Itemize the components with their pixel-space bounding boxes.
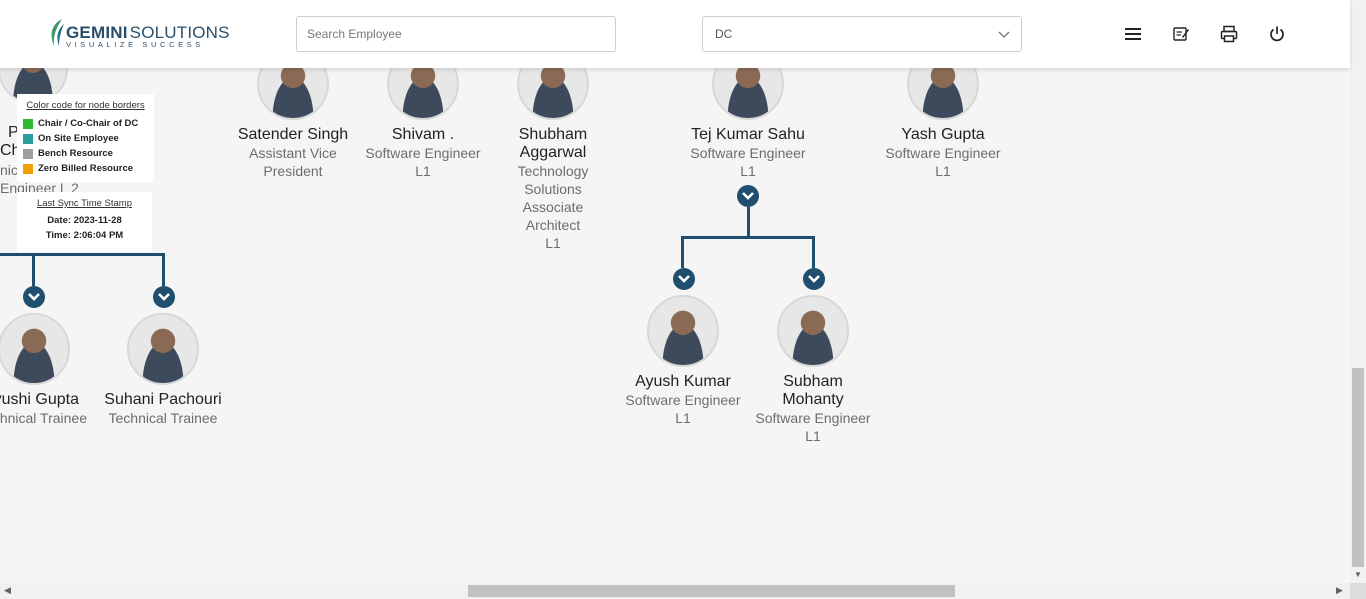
employee-node-ayush[interactable]: Ayush Kumar Software Engineer L1: [618, 295, 748, 427]
connector-line: [681, 236, 815, 239]
employee-role: Software Engineer: [755, 410, 871, 426]
search-input[interactable]: [296, 16, 616, 52]
company-logo[interactable]: GEMINI SOLUTIONS VISUALIZE SUCCESS: [48, 18, 230, 50]
employee-name: Tej Kumar Sahu: [691, 126, 805, 143]
connector-line: [32, 253, 35, 286]
legend-label: Zero Billed Resource: [38, 163, 134, 174]
edit-note-icon[interactable]: [1172, 25, 1190, 43]
power-icon[interactable]: [1268, 25, 1286, 43]
legend-swatch: [23, 133, 33, 144]
employee-role: Software Engineer: [625, 392, 741, 408]
scroll-down-arrow-icon[interactable]: ▼: [1354, 570, 1362, 579]
legend-item: Zero Billed Resource: [23, 161, 148, 176]
chevron-down-icon: [678, 275, 690, 283]
employee-level: L1: [805, 428, 821, 444]
legend-swatch: [23, 148, 33, 159]
employee-role: Software Engineer: [690, 145, 806, 161]
legend-title: Color code for node borders: [26, 100, 145, 111]
employee-name: Shivam .: [391, 126, 455, 143]
color-legend: Color code for node borders Chair / Co-C…: [17, 94, 154, 182]
sync-time: Time: 2:06:04 PM: [45, 230, 124, 241]
employee-name: Yash Gupta: [901, 126, 985, 143]
employee-level: L1: [415, 163, 431, 179]
logo-tagline: VISUALIZE SUCCESS: [66, 40, 204, 49]
employee-role: Assistant Vice President: [249, 145, 337, 179]
legend-label: Bench Resource: [38, 148, 113, 159]
legend-item: Bench Resource: [23, 146, 148, 161]
employee-level: L1: [545, 235, 561, 251]
top-header: GEMINISOLUTIONS VISUALIZE SUCCESS DC: [0, 0, 1350, 68]
employee-name: Satender Singh: [237, 126, 349, 143]
employee-name: Suhani Pachouri: [104, 391, 222, 408]
legend-swatch: [23, 118, 33, 129]
employee-level: L1: [935, 163, 951, 179]
sync-title: Last Sync Time Stamp: [36, 198, 133, 209]
employee-role: Technical Trainee: [108, 410, 218, 426]
employee-node-shubham[interactable]: Shubham Aggarwal Technology Solutions As…: [488, 48, 618, 252]
employee-role: Technology Solutions Associate Architect: [517, 163, 589, 233]
connector-line: [812, 236, 815, 268]
legend-label: Chair / Co-Chair of DC: [38, 118, 139, 129]
partial-role-1: nic: [0, 162, 18, 178]
org-chart: P Cha nic Engineer L 2 Satender Singh As…: [0, 0, 1350, 583]
expand-collapse-button[interactable]: [803, 268, 825, 290]
employee-name: yushi Gupta: [0, 391, 79, 408]
horizontal-scrollbar-thumb[interactable]: [468, 585, 955, 597]
employee-role: Software Engineer: [885, 145, 1001, 161]
sync-timestamp-box: Last Sync Time Stamp Date: 2023-11-28 Ti…: [17, 192, 152, 252]
sync-date: Date: 2023-11-28: [47, 215, 122, 226]
employee-name: Ayush Kumar: [635, 373, 731, 390]
vertical-scrollbar-thumb[interactable]: [1352, 368, 1364, 567]
employee-node-vyushi[interactable]: yushi Gupta hnical Trainee: [0, 313, 99, 427]
legend-item: On Site Employee: [23, 131, 148, 146]
employee-node-suhani[interactable]: Suhani Pachouri Technical Trainee: [98, 313, 228, 427]
legend-swatch: [23, 163, 33, 174]
scroll-right-arrow-icon[interactable]: ▶: [1336, 585, 1343, 596]
print-icon[interactable]: [1220, 25, 1238, 43]
connector-line: [0, 253, 165, 256]
scroll-left-arrow-icon[interactable]: ◀: [4, 585, 11, 596]
chevron-down-icon: [808, 275, 820, 283]
expand-collapse-button[interactable]: [23, 286, 45, 308]
dc-dropdown[interactable]: DC: [702, 16, 1022, 52]
connector-line: [681, 236, 684, 268]
leaf-logo-icon: [51, 19, 64, 46]
expand-collapse-button[interactable]: [737, 185, 759, 207]
employee-node-subham[interactable]: Subham Mohanty Software Engineer L1: [748, 295, 878, 445]
chevron-down-icon: [158, 293, 170, 301]
chevron-down-icon: [998, 31, 1010, 38]
connector-line: [162, 253, 165, 286]
employee-name: Shubham Aggarwal: [518, 126, 588, 161]
employee-avatar: [647, 295, 719, 367]
menu-icon[interactable]: [1124, 25, 1142, 43]
scrollbar-corner: [1350, 583, 1366, 599]
employee-avatar: [127, 313, 199, 385]
legend-label: On Site Employee: [38, 133, 119, 144]
employee-level: L1: [675, 410, 691, 426]
connector-line: [747, 207, 750, 238]
employee-avatar: [0, 313, 70, 385]
employee-avatar: [777, 295, 849, 367]
employee-level: L1: [740, 163, 756, 179]
expand-collapse-button[interactable]: [673, 268, 695, 290]
chevron-down-icon: [28, 293, 40, 301]
legend-item: Chair / Co-Chair of DC: [23, 116, 148, 131]
chevron-down-icon: [742, 192, 754, 200]
employee-role: Software Engineer: [365, 145, 481, 161]
employee-role: hnical Trainee: [0, 410, 87, 426]
expand-collapse-button[interactable]: [153, 286, 175, 308]
dropdown-value: DC: [715, 27, 733, 41]
employee-name: Subham Mohanty: [782, 373, 844, 408]
